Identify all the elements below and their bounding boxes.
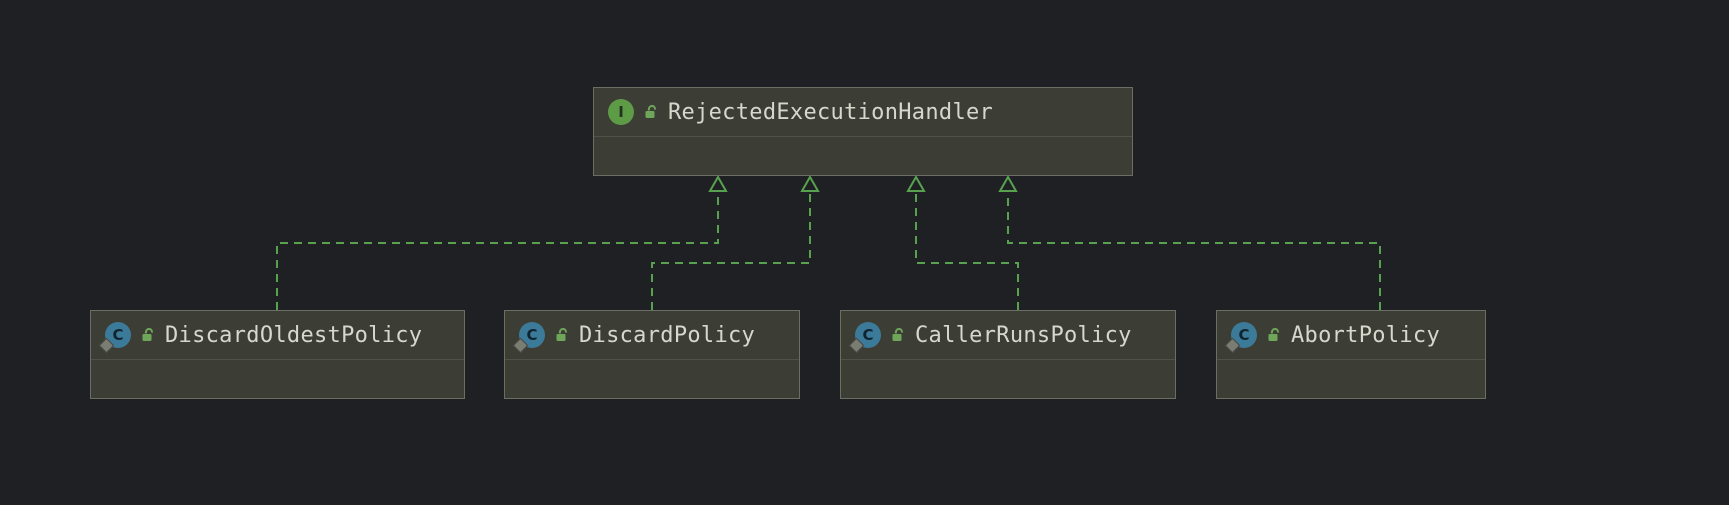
unlocked-icon [642,104,658,120]
arrowhead [802,177,818,191]
connector-discard [652,191,810,310]
node-name: DiscardOldestPolicy [165,323,422,348]
node-body [505,360,799,398]
class-badge-icon: C [519,322,545,348]
connector-abort [1008,191,1380,310]
class-badge-icon: C [1231,322,1257,348]
node-rejected-execution-handler[interactable]: I RejectedExecutionHandler [593,87,1133,176]
connector-discard-oldest [277,191,718,310]
node-discard-oldest-policy[interactable]: C DiscardOldestPolicy [90,310,465,399]
class-badge-icon: C [105,322,131,348]
node-name: DiscardPolicy [579,323,755,348]
node-body [1217,360,1485,398]
node-abort-policy[interactable]: C AbortPolicy [1216,310,1486,399]
node-body [594,137,1132,175]
node-titlebar: I RejectedExecutionHandler [594,88,1132,137]
node-name: RejectedExecutionHandler [668,100,993,125]
unlocked-icon [139,327,155,343]
node-discard-policy[interactable]: C DiscardPolicy [504,310,800,399]
uml-diagram-canvas: I RejectedExecutionHandler C DiscardOlde… [0,0,1729,505]
unlocked-icon [1265,327,1281,343]
arrowhead [908,177,924,191]
node-titlebar: C DiscardPolicy [505,311,799,360]
node-titlebar: C AbortPolicy [1217,311,1485,360]
node-caller-runs-policy[interactable]: C CallerRunsPolicy [840,310,1176,399]
node-name: CallerRunsPolicy [915,323,1132,348]
arrowhead [1000,177,1016,191]
node-titlebar: C DiscardOldestPolicy [91,311,464,360]
node-body [841,360,1175,398]
node-body [91,360,464,398]
class-badge-icon: C [855,322,881,348]
connector-caller-runs [916,191,1018,310]
arrowhead [710,177,726,191]
unlocked-icon [553,327,569,343]
node-name: AbortPolicy [1291,323,1440,348]
node-titlebar: C CallerRunsPolicy [841,311,1175,360]
connector-layer [0,0,1729,505]
unlocked-icon [889,327,905,343]
interface-badge-icon: I [608,99,634,125]
